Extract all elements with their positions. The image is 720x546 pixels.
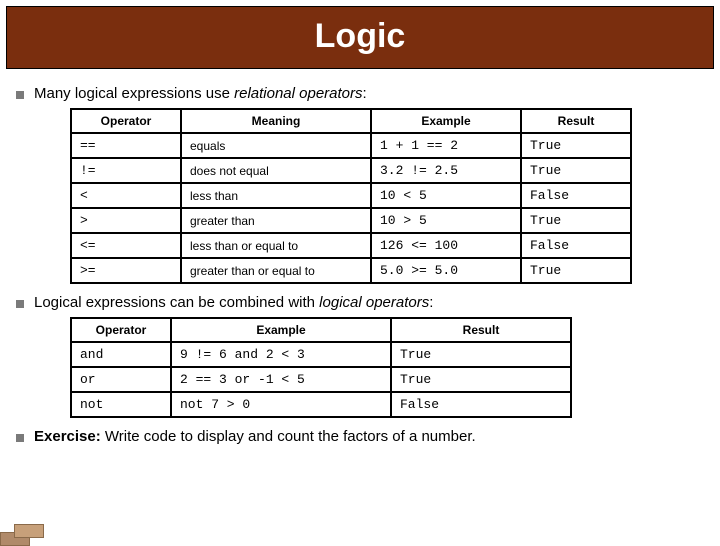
- cell-example: 10 > 5: [371, 208, 521, 233]
- cell-example: 2 == 3 or -1 < 5: [171, 367, 391, 392]
- table-row: notnot 7 > 0False: [71, 392, 571, 417]
- table-row: >=greater than or equal to5.0 >= 5.0True: [71, 258, 631, 283]
- table-row: <=less than or equal to126 <= 100False: [71, 233, 631, 258]
- cell-result: True: [521, 133, 631, 158]
- cell-op: >: [71, 208, 181, 233]
- cell-result: True: [521, 158, 631, 183]
- bullet-relational-intro: Many logical expressions use relational …: [14, 85, 706, 102]
- cell-op: !=: [71, 158, 181, 183]
- table-row: or2 == 3 or -1 < 5True: [71, 367, 571, 392]
- cell-example: 1 + 1 == 2: [371, 133, 521, 158]
- bullet-icon: [16, 91, 24, 99]
- cell-result: False: [521, 183, 631, 208]
- cell-op: <=: [71, 233, 181, 258]
- text-bold: Exercise:: [34, 428, 101, 445]
- bricks-icon: [0, 518, 50, 546]
- cell-op: and: [71, 342, 171, 367]
- cell-meaning: less than: [181, 183, 371, 208]
- slide-content: Many logical expressions use relational …: [0, 69, 720, 445]
- cell-example: 10 < 5: [371, 183, 521, 208]
- cell-meaning: greater than or equal to: [181, 258, 371, 283]
- col-result: Result: [521, 109, 631, 133]
- table-row: ==equals1 + 1 == 2True: [71, 133, 631, 158]
- cell-meaning: less than or equal to: [181, 233, 371, 258]
- cell-op: ==: [71, 133, 181, 158]
- cell-example: 126 <= 100: [371, 233, 521, 258]
- bullet-icon: [16, 300, 24, 308]
- cell-op: or: [71, 367, 171, 392]
- text-part: Many logical expressions use: [34, 85, 234, 102]
- text-italic: relational operators: [234, 85, 362, 102]
- cell-example: 3.2 != 2.5: [371, 158, 521, 183]
- cell-op: <: [71, 183, 181, 208]
- col-meaning: Meaning: [181, 109, 371, 133]
- text-italic: logical operators: [319, 294, 429, 311]
- text-part: :: [363, 85, 367, 102]
- cell-meaning: equals: [181, 133, 371, 158]
- table-row: !=does not equal3.2 != 2.5True: [71, 158, 631, 183]
- cell-op: not: [71, 392, 171, 417]
- bullet-logical-intro: Logical expressions can be combined with…: [14, 294, 706, 311]
- relational-operators-table: Operator Meaning Example Result ==equals…: [70, 108, 632, 284]
- col-operator: Operator: [71, 318, 171, 342]
- col-example: Example: [371, 109, 521, 133]
- cell-meaning: does not equal: [181, 158, 371, 183]
- cell-op: >=: [71, 258, 181, 283]
- cell-result: True: [521, 208, 631, 233]
- text-part: :: [429, 294, 433, 311]
- cell-example: 9 != 6 and 2 < 3: [171, 342, 391, 367]
- cell-result: False: [521, 233, 631, 258]
- bullet-text: Many logical expressions use relational …: [34, 85, 367, 102]
- col-operator: Operator: [71, 109, 181, 133]
- cell-result: True: [391, 367, 571, 392]
- cell-result: True: [521, 258, 631, 283]
- cell-result: True: [391, 342, 571, 367]
- text-part: Logical expressions can be combined with: [34, 294, 319, 311]
- col-result: Result: [391, 318, 571, 342]
- text-part: Write code to display and count the fact…: [101, 428, 476, 445]
- slide-title: Logic: [6, 6, 714, 69]
- cell-result: False: [391, 392, 571, 417]
- logical-operators-table: Operator Example Result and9 != 6 and 2 …: [70, 317, 572, 418]
- bullet-icon: [16, 434, 24, 442]
- table-header-row: Operator Meaning Example Result: [71, 109, 631, 133]
- cell-meaning: greater than: [181, 208, 371, 233]
- bullet-text: Logical expressions can be combined with…: [34, 294, 433, 311]
- table-row: <less than10 < 5False: [71, 183, 631, 208]
- col-example: Example: [171, 318, 391, 342]
- bullet-exercise: Exercise: Write code to display and coun…: [14, 428, 706, 445]
- table-header-row: Operator Example Result: [71, 318, 571, 342]
- table-row: >greater than10 > 5True: [71, 208, 631, 233]
- table-row: and9 != 6 and 2 < 3True: [71, 342, 571, 367]
- bullet-text: Exercise: Write code to display and coun…: [34, 428, 476, 445]
- cell-example: not 7 > 0: [171, 392, 391, 417]
- cell-example: 5.0 >= 5.0: [371, 258, 521, 283]
